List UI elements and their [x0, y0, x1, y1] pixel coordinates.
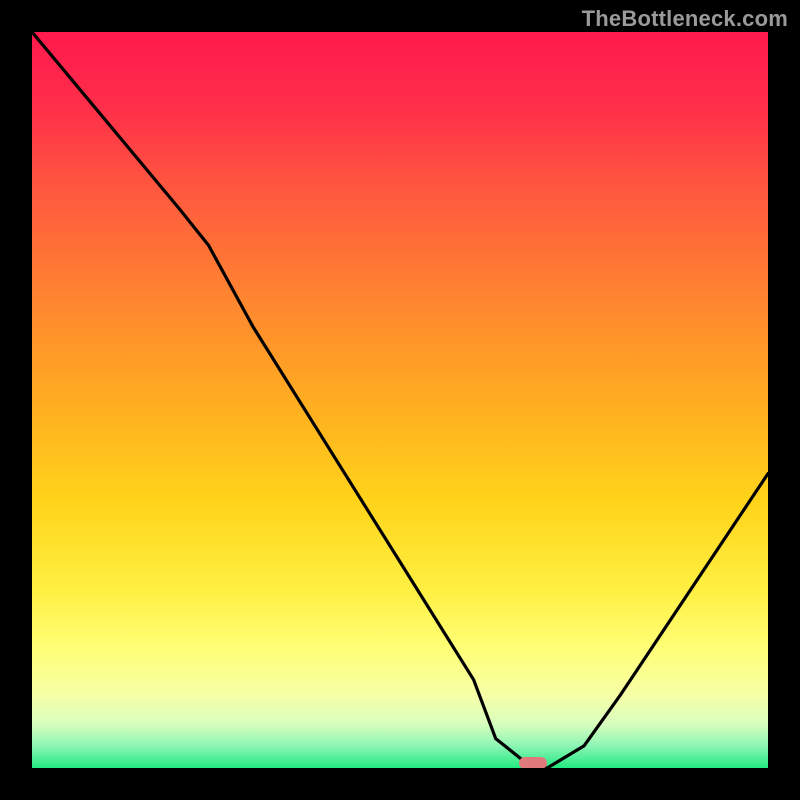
bottleneck-curve [32, 32, 768, 768]
optimal-marker [519, 757, 547, 768]
plot-area [32, 32, 768, 768]
chart-frame: TheBottleneck.com [0, 0, 800, 800]
curve-path [32, 32, 768, 768]
watermark-text: TheBottleneck.com [582, 6, 788, 32]
